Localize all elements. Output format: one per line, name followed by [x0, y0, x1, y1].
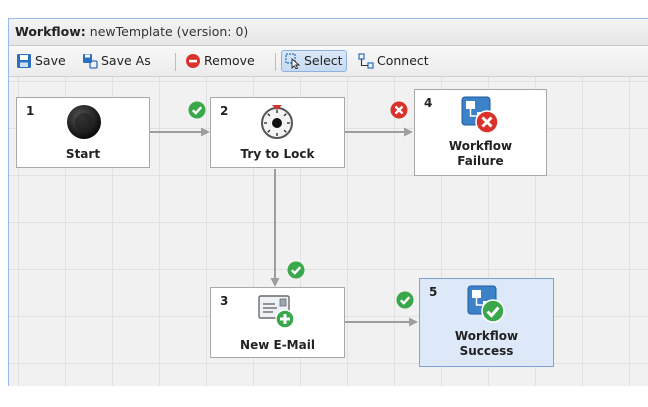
success-check-icon — [287, 261, 305, 279]
save-button[interactable]: Save — [12, 50, 70, 72]
connect-icon — [358, 53, 374, 69]
failure-x-icon — [390, 101, 408, 119]
toolbar: Save Save As Remove Select Connect — [9, 46, 648, 77]
workflow-failure-icon — [461, 96, 499, 134]
workflow-node-new-email[interactable]: 3 New E-Mail — [210, 287, 345, 358]
node-number: 4 — [424, 96, 433, 110]
remove-button-label: Remove — [204, 53, 255, 68]
success-check-icon — [396, 291, 414, 309]
workflow-node-start[interactable]: 1 Start — [16, 97, 150, 168]
node-label: Start — [65, 147, 101, 161]
lock-dial-icon — [261, 105, 293, 139]
toolbar-separator — [275, 53, 276, 71]
connect-tool-button[interactable]: Connect — [354, 50, 433, 72]
node-label: New E-Mail — [240, 338, 315, 352]
start-circle-icon — [67, 105, 101, 139]
window-title: Workflow: newTemplate (version: 0) — [9, 19, 648, 46]
remove-button[interactable]: Remove — [181, 50, 259, 72]
new-email-icon — [258, 295, 295, 329]
node-label-line1: Workflow — [448, 139, 513, 153]
workflow-node-failure[interactable]: 4 Workflow Failure — [414, 89, 547, 176]
title-template-name: newTemplate (version: 0) — [85, 24, 249, 39]
node-label-line2: Success — [459, 344, 514, 358]
save-as-button-label: Save As — [101, 53, 151, 68]
connection-3-to-5[interactable] — [344, 317, 418, 327]
connection-1-to-2[interactable] — [149, 127, 210, 137]
select-pointer-icon — [285, 53, 301, 69]
connection-2-to-4[interactable] — [344, 127, 413, 137]
workflow-canvas[interactable]: 1 Start 2 Try to Lock 4 Workflow Failure… — [9, 77, 648, 386]
node-label-line2: Failure — [457, 154, 504, 168]
connect-tool-label: Connect — [377, 53, 429, 68]
node-number: 5 — [429, 285, 438, 299]
floppy-disk-icon — [17, 54, 31, 68]
workflow-node-try-to-lock[interactable]: 2 Try to Lock — [210, 97, 345, 168]
title-prefix: Workflow: — [15, 24, 86, 39]
remove-icon — [186, 54, 200, 68]
success-check-icon — [188, 101, 206, 119]
node-label: Try to Lock — [240, 147, 315, 161]
save-as-button[interactable]: Save As — [78, 50, 155, 72]
save-button-label: Save — [35, 53, 66, 68]
select-tool-label: Select — [304, 53, 343, 68]
workflow-node-success[interactable]: 5 Workflow Success — [419, 278, 554, 367]
node-label-line1: Workflow — [454, 329, 519, 343]
connection-2-to-3[interactable] — [270, 169, 280, 287]
toolbar-separator — [175, 53, 176, 71]
select-tool-button[interactable]: Select — [281, 50, 347, 72]
workflow-success-icon — [467, 285, 505, 323]
save-as-icon — [83, 54, 98, 69]
node-number: 3 — [220, 294, 229, 308]
workflow-editor-window: Workflow: newTemplate (version: 0) Save … — [8, 18, 648, 386]
node-number: 2 — [220, 104, 229, 118]
node-number: 1 — [26, 104, 35, 118]
